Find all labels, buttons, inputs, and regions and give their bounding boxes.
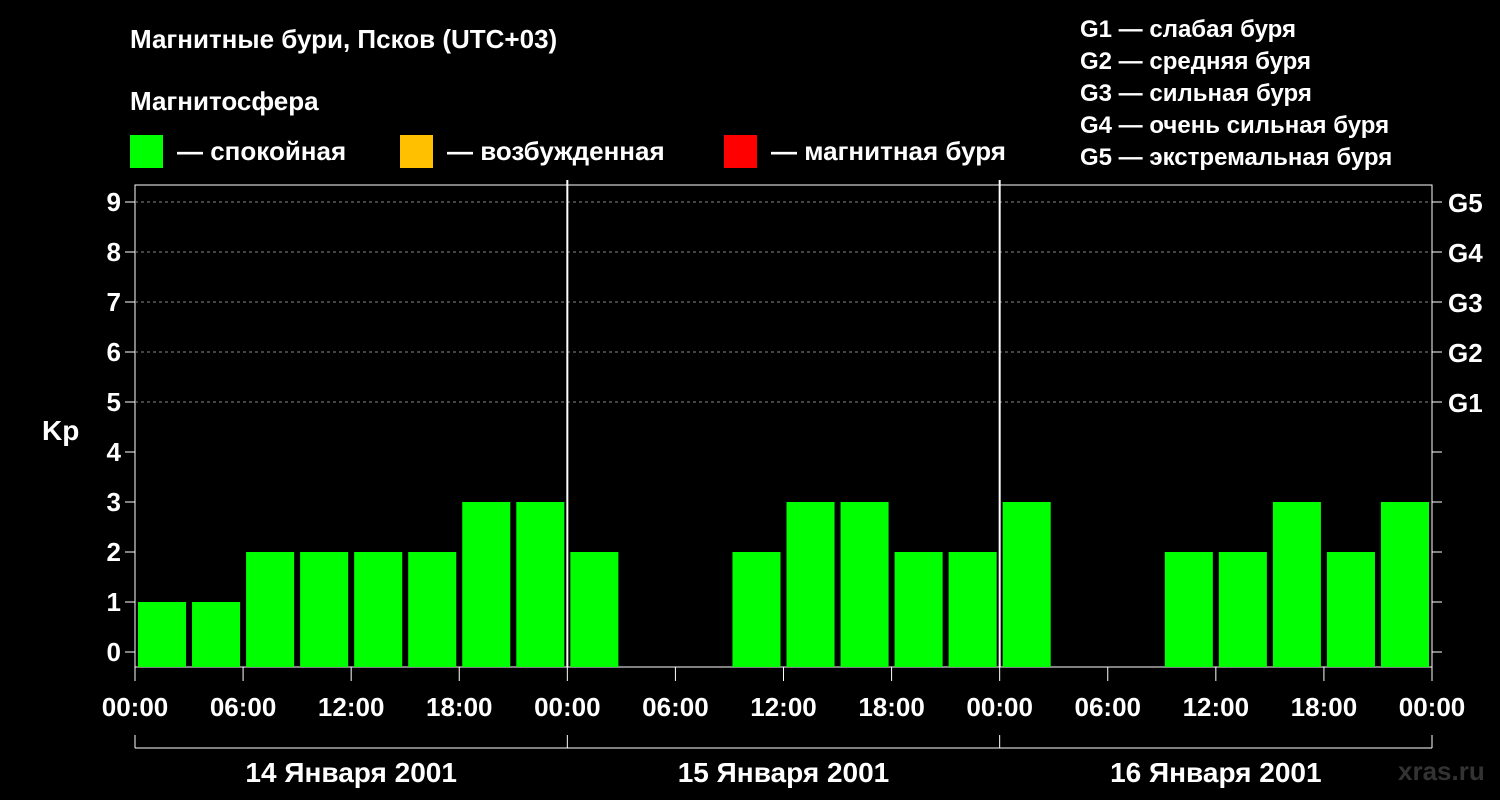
kp-bar [1326,552,1375,667]
day-label: 15 Января 2001 [678,757,890,788]
g-tick-label: G5 [1448,188,1483,218]
x-tick-label: 00:00 [966,692,1033,722]
y-tick-label: 2 [107,537,121,567]
x-tick-label: 18:00 [1291,692,1358,722]
y-tick-label: 6 [107,337,121,367]
y-tick-label: 0 [107,637,121,667]
x-tick-label: 12:00 [318,692,385,722]
kp-bar [1002,502,1051,667]
kp-bar [1380,502,1429,667]
y-tick-label: 7 [107,287,121,317]
kp-bar [570,552,619,667]
kp-bar [246,552,295,667]
kp-bar [894,552,943,667]
kp-bar [138,602,187,667]
y-tick-label: 4 [107,437,122,467]
kp-bar [948,552,997,667]
kp-bar [516,502,565,667]
x-tick-label: 18:00 [426,692,493,722]
x-tick-label: 06:00 [210,692,277,722]
day-label: 14 Января 2001 [245,757,457,788]
x-tick-label: 06:00 [642,692,709,722]
g-tick-label: G1 [1448,388,1483,418]
y-axis-label: Kp [42,415,79,446]
g-tick-label: G2 [1448,338,1483,368]
x-tick-label: 12:00 [1183,692,1250,722]
kp-bar [192,602,241,667]
y-tick-label: 9 [107,187,121,217]
x-tick-label: 06:00 [1075,692,1142,722]
g-tick-label: G3 [1448,288,1483,318]
x-tick-label: 12:00 [750,692,817,722]
y-tick-label: 8 [107,237,121,267]
kp-bar [300,552,349,667]
kp-bar-chart: 0 1 2 3 4 5 6 7 8 9 G1 G2 G3 G4 G5 Kp 00:00 06:00 12:00 18:… [42,180,1483,788]
x-tick-label: 18:00 [858,692,925,722]
g-tick-label: G4 [1448,238,1483,268]
kp-bar [354,552,403,667]
kp-bar [1272,502,1321,667]
kp-bar [786,502,835,667]
x-tick-label: 00:00 [534,692,601,722]
kp-bar [408,552,457,667]
y-tick-label: 5 [107,387,121,417]
x-tick-label: 00:00 [102,692,169,722]
kp-bar [1218,552,1267,667]
x-tick-label: 00:00 [1399,692,1466,722]
kp-bar [732,552,781,667]
y-tick-label: 3 [107,487,121,517]
kp-bar [840,502,889,667]
day-label: 16 Января 2001 [1110,757,1322,788]
y-tick-label: 1 [107,587,121,617]
kp-bar [1164,552,1213,667]
watermark: xras.ru [1398,756,1485,786]
kp-bar [462,502,511,667]
